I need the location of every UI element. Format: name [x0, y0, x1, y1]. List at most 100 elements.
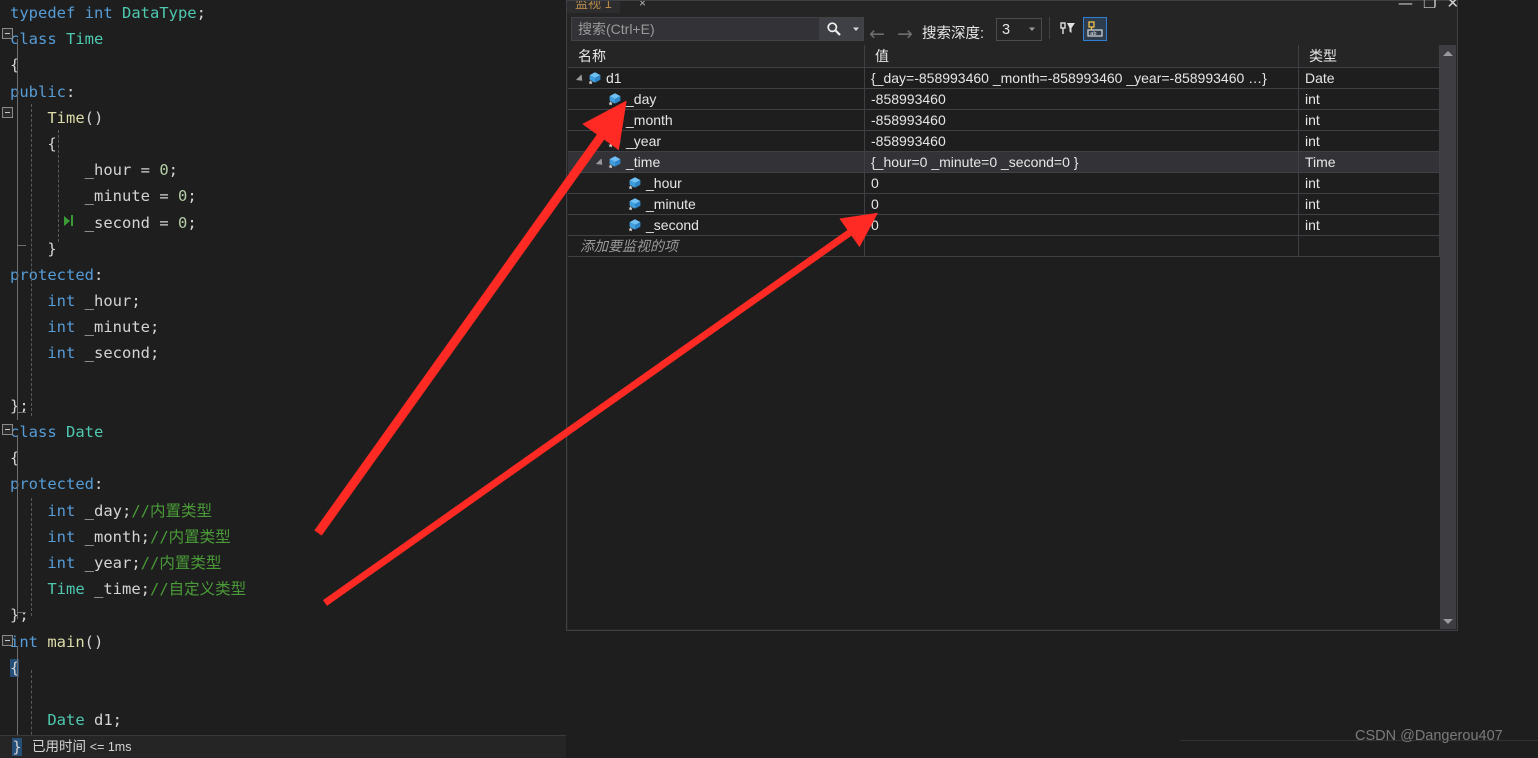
code-token: Time: [66, 30, 104, 49]
column-header-name[interactable]: 名称: [568, 45, 865, 67]
table-row[interactable]: _year -858993460 int: [568, 131, 1440, 152]
cell-name[interactable]: _minute: [568, 194, 865, 214]
table-row[interactable]: _hour 0 int: [568, 173, 1440, 194]
step-into-marker: [64, 213, 78, 231]
expander-open-icon[interactable]: [596, 156, 608, 168]
tab-watch-1[interactable]: 监视 1: [567, 1, 620, 13]
chevron-down-icon[interactable]: [1028, 25, 1041, 35]
code-token: _minute;: [75, 318, 160, 337]
code-text-area[interactable]: typedef int DataType; class Time{public: …: [0, 0, 566, 755]
code-editor[interactable]: typedef int DataType; class Time{public: …: [0, 0, 566, 758]
nav-next-button[interactable]: →: [897, 25, 913, 44]
variable-cube-icon: [588, 71, 602, 85]
maximize-icon[interactable]: ❐: [1423, 0, 1436, 12]
cell-name[interactable]: _time: [568, 152, 865, 172]
watch-grid: 名称 值 类型 d1 {_day=-858993460 _month=-85899…: [568, 45, 1440, 629]
cell-name[interactable]: _month: [568, 110, 865, 130]
cell-value[interactable]: -858993460: [865, 110, 1299, 130]
code-line: typedef int DataType;: [0, 0, 566, 26]
search-depth-dropdown[interactable]: 3: [996, 18, 1042, 41]
code-token: _time;: [84, 580, 150, 599]
code-line: class Time: [0, 26, 566, 52]
variable-cube-icon: [608, 134, 622, 148]
code-token: _minute: [10, 187, 160, 206]
search-depth-value: 3: [1002, 21, 1011, 38]
cell-value[interactable]: 0: [865, 194, 1299, 214]
code-token: int: [10, 318, 76, 337]
cell-value[interactable]: {_day=-858993460 _month=-858993460 _year…: [865, 68, 1299, 88]
collapse-box-class-date[interactable]: [2, 424, 13, 435]
code-token: =: [159, 213, 178, 232]
cell-value[interactable]: 0: [865, 173, 1299, 193]
column-header-value[interactable]: 值: [865, 45, 1299, 67]
cell-name[interactable]: _hour: [568, 173, 865, 193]
watch-tab-strip: 监视 1 ×: [567, 1, 1457, 13]
cell-name[interactable]: _year: [568, 131, 865, 151]
nav-prev-button[interactable]: ←: [869, 25, 885, 44]
code-token: //内置类型: [149, 527, 231, 546]
table-row[interactable]: _time {_hour=0 _minute=0 _second=0 } Time: [568, 152, 1440, 173]
code-token: :: [94, 475, 104, 494]
code-token: _year;: [75, 553, 141, 572]
code-token: Time: [10, 580, 85, 599]
table-row[interactable]: _second 0 int: [568, 215, 1440, 236]
watch-scrollbar[interactable]: [1440, 45, 1456, 629]
table-row[interactable]: _minute 0 int: [568, 194, 1440, 215]
code-line: int _hour;: [0, 288, 566, 314]
variable-name: _second: [646, 217, 699, 233]
status-bar: } 已用时间 <= 1ms: [0, 735, 566, 758]
expander-open-icon[interactable]: [576, 72, 588, 84]
code-token: class: [10, 30, 66, 49]
variable-name: _year: [626, 133, 662, 149]
search-box[interactable]: [571, 17, 864, 41]
cell-type: int: [1299, 173, 1440, 193]
code-line: protected:: [0, 262, 566, 288]
table-row[interactable]: _month -858993460 int: [568, 110, 1440, 131]
code-token: _second;: [75, 344, 160, 363]
code-token: 0: [177, 213, 188, 232]
code-token: };: [10, 606, 29, 625]
collapse-box-main[interactable]: [2, 635, 13, 646]
column-header-type[interactable]: 类型: [1299, 45, 1440, 67]
code-token: (): [84, 108, 104, 127]
table-row[interactable]: d1 {_day=-858993460 _month=-858993460 _ye…: [568, 68, 1440, 89]
scroll-down-icon[interactable]: [1440, 613, 1456, 629]
scroll-up-icon[interactable]: [1440, 45, 1456, 61]
cell-name[interactable]: _second: [568, 215, 865, 235]
cell-type: int: [1299, 131, 1440, 151]
cell-value[interactable]: 0: [865, 215, 1299, 235]
close-icon[interactable]: ×: [639, 1, 646, 10]
add-watch-placeholder[interactable]: 添加要监视的项: [568, 236, 865, 256]
code-token: ;: [187, 187, 197, 206]
indent-guide-2: [58, 130, 59, 242]
code-line: Time(): [0, 105, 566, 131]
search-options-caret-icon[interactable]: [849, 18, 863, 40]
cell-type: int: [1299, 194, 1440, 214]
watch-toolbar: ← → 搜索深度: 3: [567, 13, 1457, 45]
minimize-icon[interactable]: —: [1398, 0, 1413, 12]
cell-type: Time: [1299, 152, 1440, 172]
table-row[interactable]: _day -858993460 int: [568, 89, 1440, 110]
code-token: int: [10, 344, 76, 363]
cell-name[interactable]: _day: [568, 89, 865, 109]
cell-value[interactable]: -858993460: [865, 131, 1299, 151]
code-line: _second = 0;: [0, 210, 566, 236]
code-token: //自定义类型: [149, 580, 247, 599]
cell-value[interactable]: {_hour=0 _minute=0 _second=0 }: [865, 152, 1299, 172]
close-window-icon[interactable]: ✕: [1446, 0, 1459, 12]
add-watch-value-cell[interactable]: [865, 236, 1299, 256]
code-token: _day;: [75, 501, 132, 520]
status-marker: }: [12, 738, 22, 756]
code-line: Date d1;: [0, 707, 566, 733]
code-token: Time: [10, 108, 85, 127]
cell-name[interactable]: d1: [568, 68, 865, 88]
filter-pin-icon[interactable]: [1056, 17, 1080, 41]
add-watch-row[interactable]: 添加要监视的项: [568, 236, 1440, 257]
collapse-box-ctor-time[interactable]: [2, 107, 13, 118]
search-icon[interactable]: [819, 18, 849, 40]
cell-value[interactable]: -858993460: [865, 89, 1299, 109]
search-input[interactable]: [572, 20, 819, 38]
collapse-box-class-time[interactable]: [2, 28, 13, 39]
hex-display-icon[interactable]: ab: [1083, 17, 1107, 41]
